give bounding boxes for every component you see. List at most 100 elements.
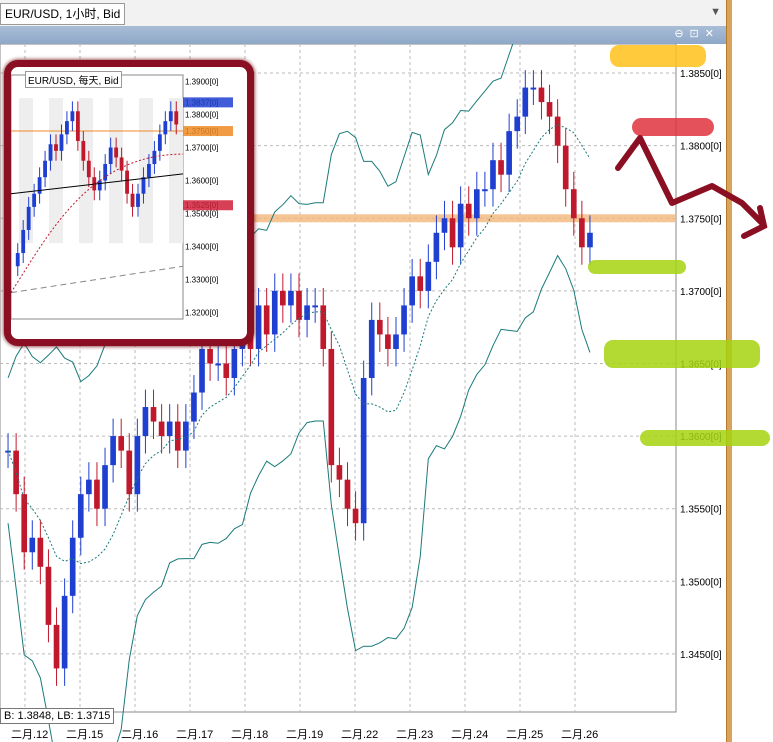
inset-weekend-shade [19,98,33,244]
candle-body [538,87,545,103]
candle-body [37,537,44,567]
candle-body [13,450,19,495]
inset-candle-body [86,160,91,178]
symbol-tab[interactable]: EUR/USD, 1小时, Bid [0,3,126,25]
inset-candle-body [81,140,86,161]
candle-body [401,305,407,335]
inset-candle-body [48,144,53,161]
candle-body [490,160,496,190]
inset-candle-body [141,177,146,194]
candle-body [360,378,367,524]
candle-body [473,189,480,219]
inset-y-tick-label: 1.3400[0] [185,242,218,251]
candle-body [433,232,440,262]
candle-body [207,348,213,364]
candle-body [77,494,84,538]
y-tick-label: 1.3850[0] [680,69,722,80]
inset-price-chart: 1.3900[0]1.3837[0]1.3800[0]1.3750[0]1.37… [11,74,233,320]
inset-candle-body [75,111,80,141]
candle-body [126,450,133,495]
candle-body [393,334,399,349]
x-tick-label: 二月.26 [561,729,598,741]
x-tick-label: 二月.24 [451,729,488,741]
candle-body [344,479,351,509]
candle-body [352,508,359,524]
daily-inset-chart: 1.3900[0]1.3837[0]1.3800[0]1.3750[0]1.37… [4,60,254,346]
inset-title: EUR/USD, 每天, Bid [25,71,122,88]
candle-body [142,407,149,437]
candle-body [465,203,472,219]
candle-body [587,232,593,248]
window-control-icons[interactable]: ⊖⊡✕ [674,27,720,40]
green-highlight-3 [640,430,770,446]
candle-body [328,348,335,466]
x-tick-label: 二月.19 [286,729,323,741]
y-tick-label: 1.3450[0] [680,650,722,661]
inset-y-tick-label: 1.3200[0] [185,308,218,317]
inset-price-tag [183,97,233,108]
candle-body [53,624,60,669]
candle-body [417,276,424,291]
inset-candle-body [147,164,151,178]
inset-candle-body [108,147,113,165]
candle-body [530,87,537,90]
chart-titlebar: EUR/USD, 1小时, Bid ▼ [0,0,773,27]
inset-y-tick-label: 1.3600[0] [185,177,218,186]
candle-body [199,348,205,393]
candle-body [498,160,504,175]
candle-body [368,319,375,378]
inset-candle-body [152,150,157,165]
inset-weekend-shade [79,98,93,244]
candle-body [166,421,173,437]
candle-body [118,436,125,451]
inset-weekend-shade [139,98,153,244]
inset-candle-body [37,177,42,194]
x-tick-label: 二月.12 [11,729,48,741]
inset-y-tick-label: 1.3800[0] [185,111,218,120]
candle-body [223,363,230,378]
inset-candle-body [15,253,20,267]
scroll-arrow-icon[interactable]: ▼ [710,6,721,18]
inset-plot-area [11,74,184,320]
inset-candle-body [136,193,140,207]
inset-candle-body [114,147,119,158]
candle-body [29,537,36,553]
candle-body [506,131,512,175]
candle-body [570,189,577,219]
inset-y-tick-label: 1.3500[0] [185,209,218,218]
inset-candle-body [65,121,69,135]
inset-candle-body [32,193,37,207]
inset-candle-body [70,111,75,122]
candle-body [69,537,76,596]
x-tick-label: 二月.25 [506,729,543,741]
inset-candle-body [163,121,168,135]
candle-body [482,189,488,192]
x-tick-label: 二月.15 [66,729,103,741]
candle-body [191,392,197,422]
candle-body [215,363,222,366]
candle-body [174,421,181,451]
candle-body [554,116,561,146]
candle-body [102,465,108,509]
inset-candle-body [54,144,58,151]
candle-body [441,218,448,233]
yellow-highlight [610,45,706,67]
inset-candle-body [119,157,124,171]
inset-candle-body [59,134,64,151]
green-highlight-1 [588,260,686,274]
x-tick-label: 二月.23 [396,729,433,741]
candle-body [86,479,92,495]
y-tick-label: 1.3500[0] [680,577,722,588]
candle-body [21,494,28,553]
candle-body [522,87,529,117]
candle-body [263,305,270,335]
green-highlight-2 [604,340,760,368]
candle-body [425,261,432,291]
candle-body [94,479,100,509]
candle-body [296,290,302,320]
candle-body [385,334,391,349]
candle-body [409,276,415,306]
candle-body [579,218,585,248]
candle-body [312,305,318,308]
inset-candle-body [43,160,47,178]
